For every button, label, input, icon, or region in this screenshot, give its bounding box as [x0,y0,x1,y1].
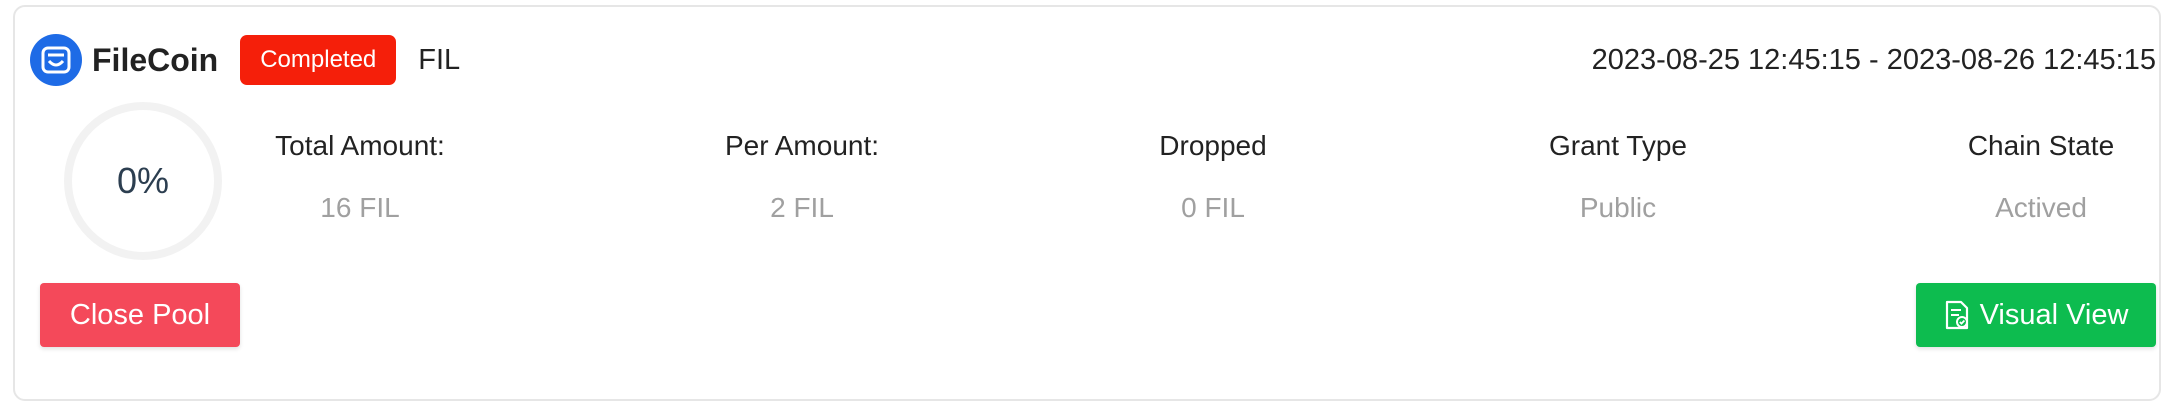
stat-grant-type: Grant Type Public [1548,130,1688,224]
filecoin-logo-icon [30,34,82,86]
close-pool-button[interactable]: Close Pool [40,283,240,347]
stat-value: 2 FIL [770,192,834,223]
stat-chain-state: Chain State Actived [1967,130,2115,224]
stat-total-amount: Total Amount: 16 FIL [275,130,445,224]
status-badge: Completed [240,35,397,85]
stat-label: Total Amount: [275,130,445,161]
stat-label: Grant Type [1548,130,1687,161]
stat-dropped: Dropped 0 FIL [1159,130,1267,224]
brand-name: FileCoin [92,41,219,78]
stat-value: 16 FIL [320,192,400,223]
stat-value: Public [1579,192,1657,223]
stat-value: Actived [1995,192,2087,223]
stat-per-amount: Per Amount: 2 FIL [724,130,880,224]
document-check-icon [1945,300,1968,330]
stat-label: Chain State [1967,130,2115,161]
visual-view-label: Visual View [1979,298,2129,331]
progress-percent: 0% [116,160,170,201]
progress-ring: 0% [60,98,226,264]
pool-header: FileCoin Completed FIL [30,32,460,88]
stat-label: Dropped [1159,130,1267,161]
close-pool-label: Close Pool [69,298,211,331]
stat-value: 0 FIL [1181,192,1245,223]
date-range: 2023-08-25 12:45:15 - 2023-08-26 12:45:1… [1591,44,2156,76]
stat-label: Per Amount: [724,130,880,161]
token-symbol: FIL [418,43,461,76]
visual-view-button[interactable]: Visual View [1916,283,2156,347]
